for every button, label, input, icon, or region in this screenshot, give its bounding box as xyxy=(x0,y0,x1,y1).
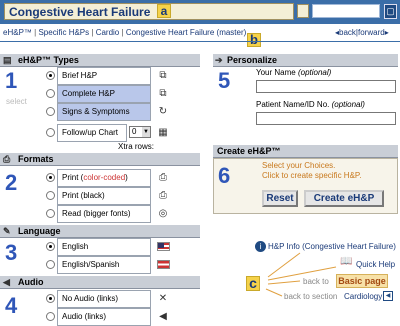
annotation-badge-c: c xyxy=(246,276,260,291)
annotation-lines xyxy=(265,252,337,297)
